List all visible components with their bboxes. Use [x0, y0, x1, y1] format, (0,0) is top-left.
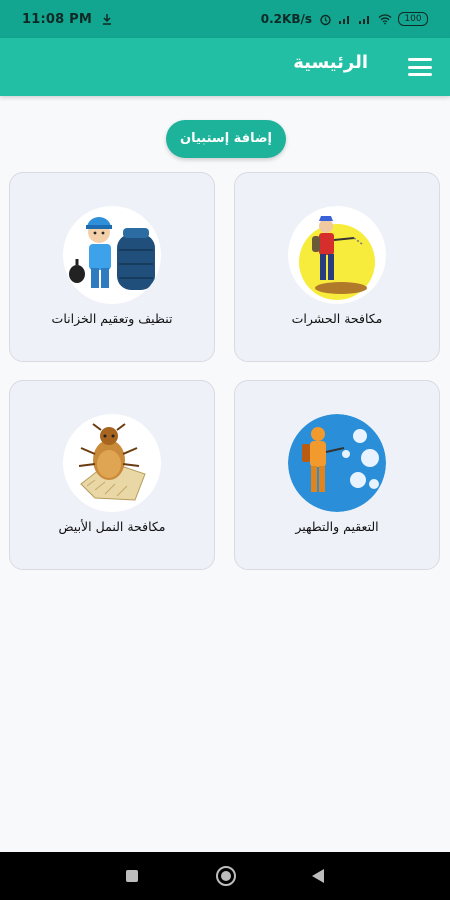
status-time: 11:08 PM	[22, 11, 92, 27]
signal-icon	[338, 12, 352, 26]
wifi-icon	[378, 12, 392, 26]
recent-apps-icon[interactable]	[126, 870, 138, 882]
signal-icon	[358, 12, 372, 26]
service-card-label: مكافحة النمل الأبيض	[58, 519, 166, 534]
download-icon	[100, 12, 114, 26]
service-card-disinfection[interactable]: التعقيم والتطهير	[234, 380, 440, 570]
status-left: 11:08 PM	[22, 12, 114, 27]
home-icon[interactable]	[216, 866, 236, 886]
service-card-pest-control[interactable]: مكافحة الحشرات	[234, 172, 440, 362]
battery-icon: 100	[398, 12, 428, 26]
termite-icon	[63, 414, 161, 512]
status-bar: 11:08 PM 0.2KB/s 100	[0, 0, 450, 38]
pest-control-worker-icon	[288, 206, 386, 304]
service-card-label: التعقيم والتطهير	[295, 519, 379, 534]
page-title: الرئيسية	[293, 52, 368, 73]
add-survey-button[interactable]: إضافة إستبيان	[166, 120, 286, 158]
alarm-icon	[318, 12, 332, 26]
status-right: 0.2KB/s 100	[261, 12, 428, 26]
app-bar: الرئيسية	[0, 38, 450, 96]
service-card-label: تنظيف وتعقيم الخزانات	[51, 311, 173, 326]
service-card-tank-cleaning[interactable]: تنظيف وتعقيم الخزانات	[9, 172, 215, 362]
system-nav-bar	[0, 852, 450, 900]
service-card-label: مكافحة الحشرات	[291, 311, 383, 326]
back-icon[interactable]	[312, 869, 324, 883]
network-speed: 0.2KB/s	[260, 12, 312, 26]
hamburger-menu-icon[interactable]	[408, 56, 432, 78]
service-card-termite-control[interactable]: مكافحة النمل الأبيض	[9, 380, 215, 570]
disinfection-worker-icon	[288, 414, 386, 512]
tank-cleaning-worker-icon	[63, 206, 161, 304]
